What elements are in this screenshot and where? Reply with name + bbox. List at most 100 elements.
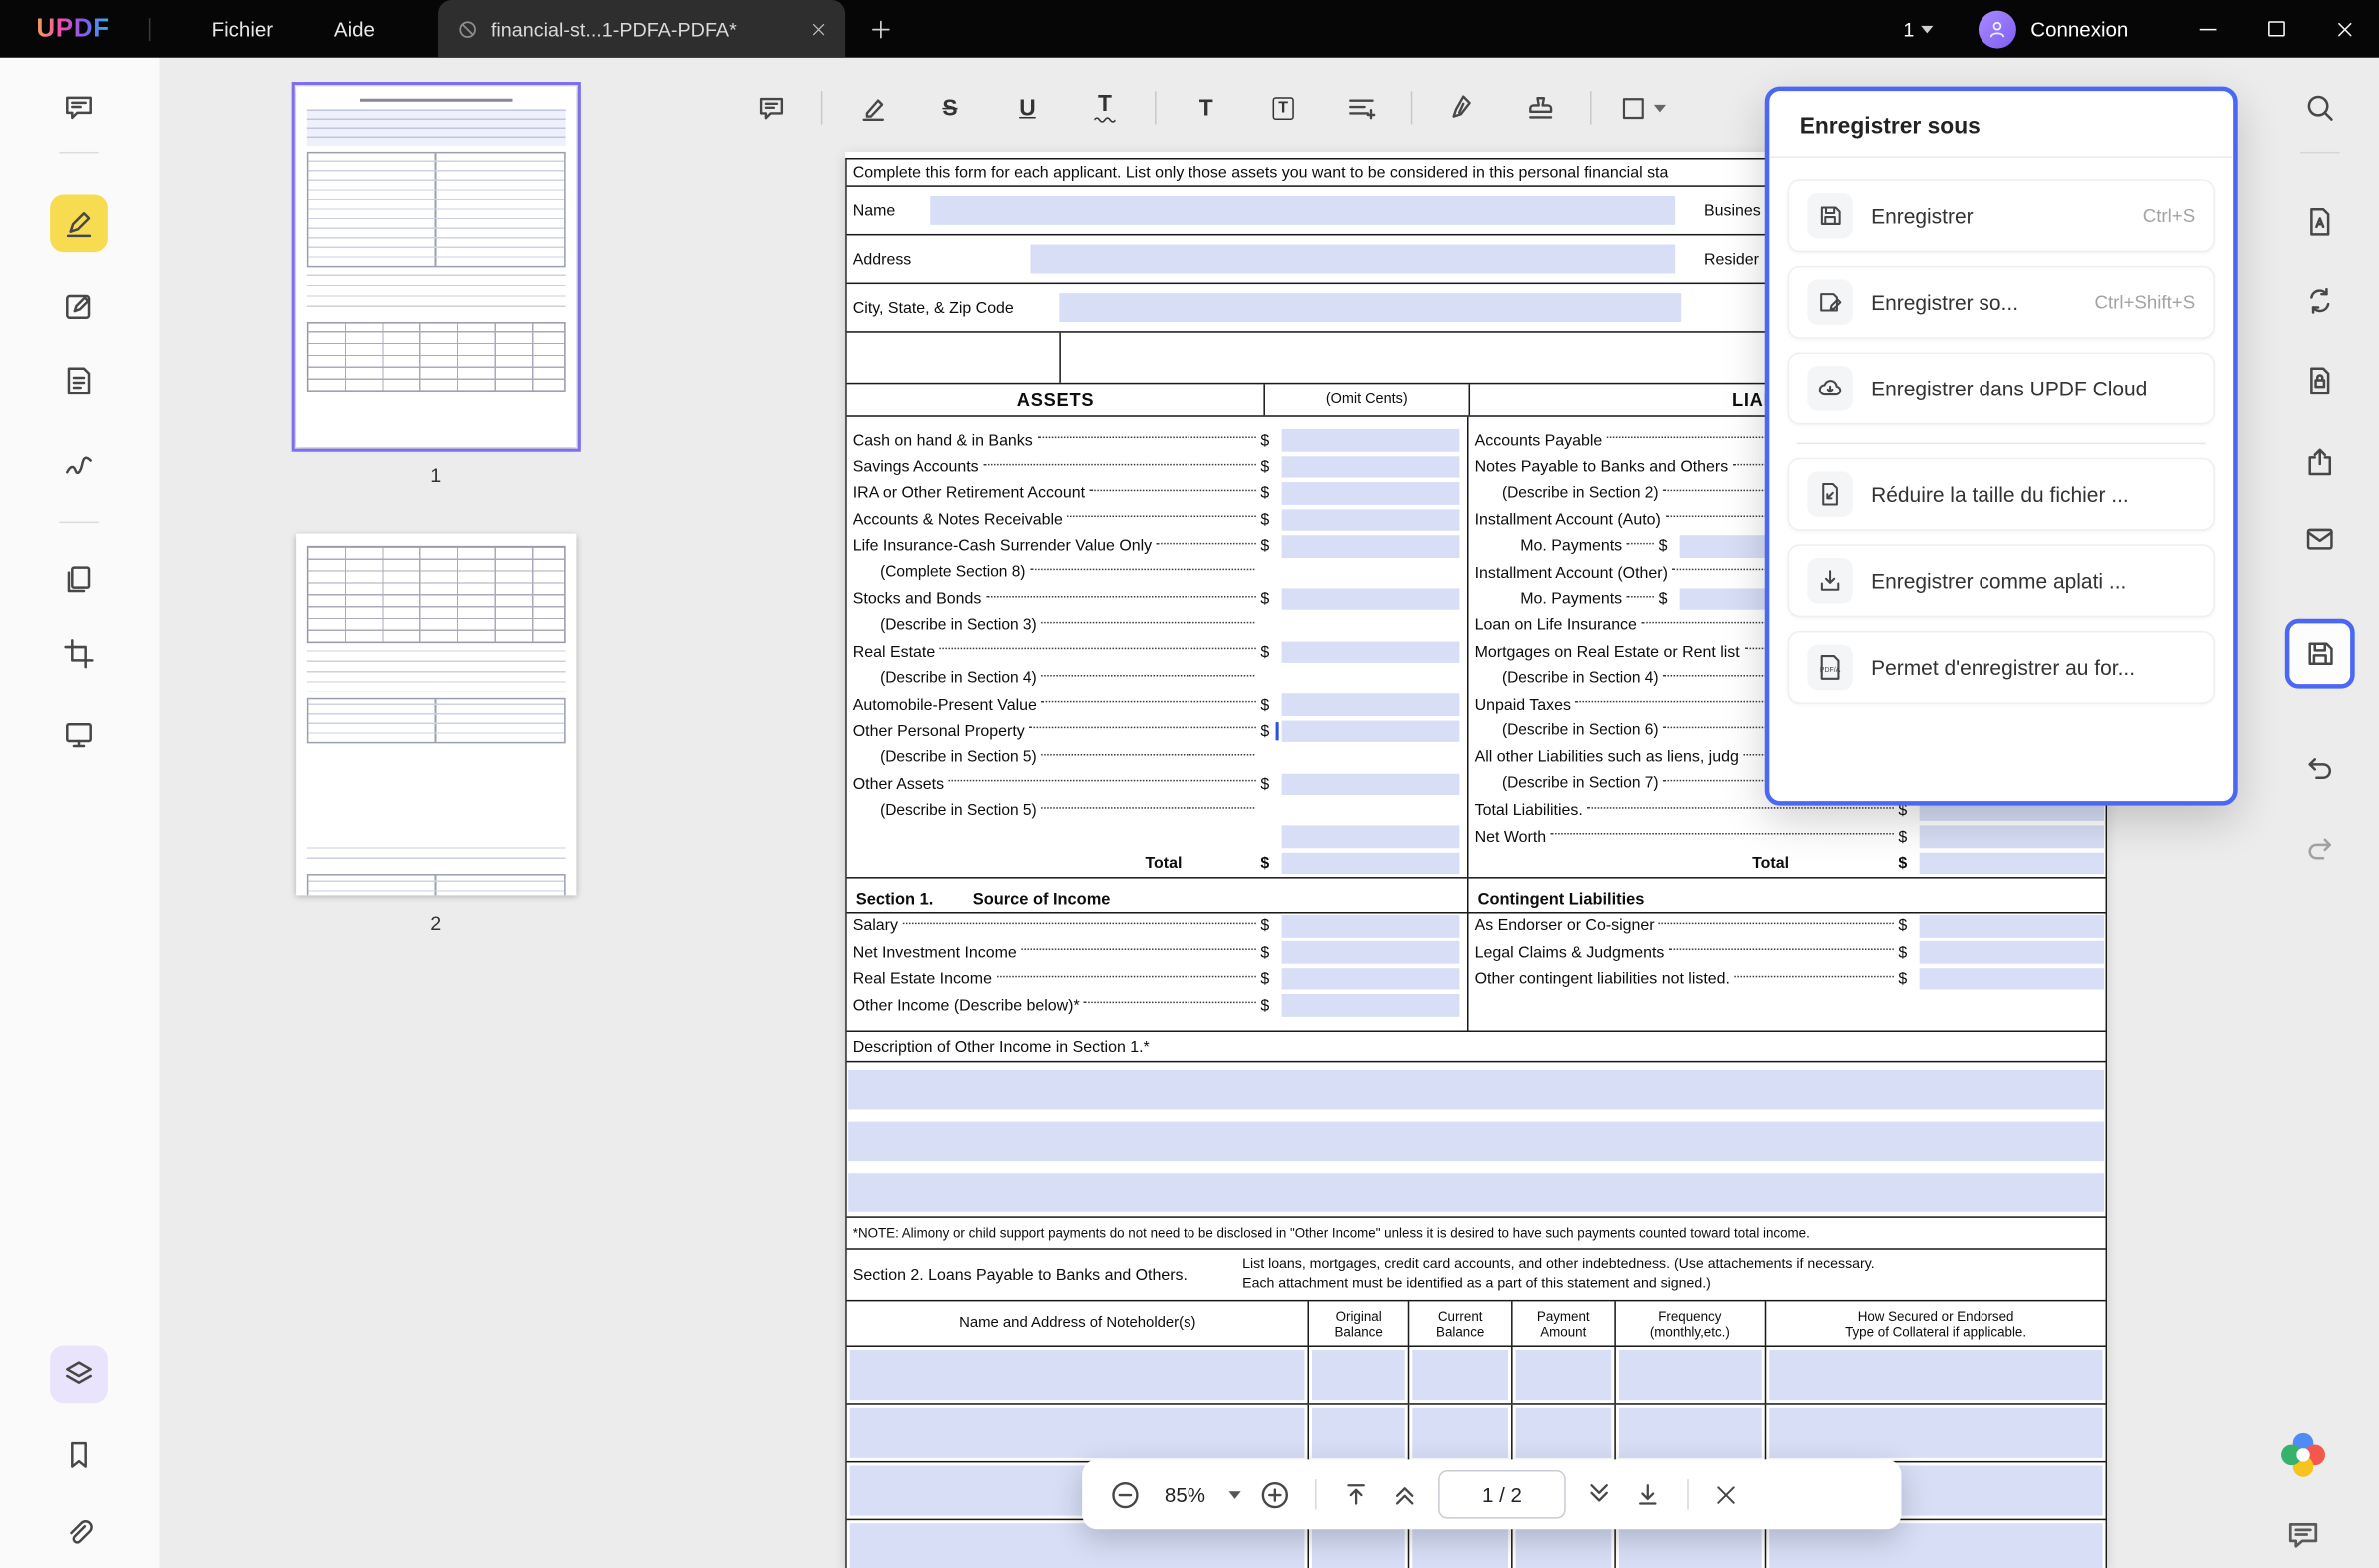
edit-pdf-icon[interactable] <box>50 278 108 336</box>
crop-icon[interactable] <box>50 625 108 683</box>
stamp-icon[interactable] <box>1513 81 1568 136</box>
assistant-flower-icon[interactable] <box>2277 1429 2329 1488</box>
loan-cell[interactable] <box>1408 1405 1511 1461</box>
scroll-to-top-icon[interactable] <box>1341 1479 1371 1509</box>
form-text-field[interactable] <box>930 196 1675 225</box>
convert-icon[interactable] <box>2302 283 2338 319</box>
form-text-field[interactable] <box>848 1070 2104 1109</box>
form-text-field[interactable] <box>1059 293 1681 322</box>
annotate-tool-icon[interactable] <box>50 194 108 252</box>
menu-item-updf-cloud[interactable]: Enregistrer dans UPDF Cloud <box>1788 352 2215 424</box>
menu-fichier[interactable]: Fichier <box>212 17 274 40</box>
loan-cell[interactable] <box>1614 1405 1764 1461</box>
zoom-out-icon[interactable] <box>1109 1478 1141 1510</box>
save-button-active[interactable] <box>2285 619 2355 689</box>
menu-aide[interactable]: Aide <box>334 17 375 40</box>
form-text-field[interactable] <box>848 1122 2104 1161</box>
minimize-button[interactable] <box>2174 0 2242 58</box>
page-thumbnail-2[interactable] <box>296 534 576 896</box>
titlebar-page-indicator[interactable]: 1 <box>1903 17 1934 40</box>
amount-field[interactable] <box>1282 482 1460 504</box>
loan-cell[interactable] <box>1614 1347 1764 1403</box>
amount-field[interactable] <box>1920 968 2104 990</box>
amount-field[interactable] <box>1282 942 1460 964</box>
page-thumbnails-icon[interactable] <box>50 1345 108 1403</box>
redo-icon[interactable] <box>2302 830 2338 866</box>
organize-pages-icon[interactable] <box>50 550 108 608</box>
loan-cell[interactable] <box>1764 1405 2105 1461</box>
attachments-icon[interactable] <box>50 1505 108 1563</box>
protect-document-icon[interactable] <box>2302 363 2338 398</box>
pen-icon[interactable] <box>1435 81 1490 136</box>
loan-cell[interactable] <box>1308 1405 1408 1461</box>
loan-cell[interactable] <box>1408 1347 1511 1403</box>
avatar[interactable] <box>1980 10 2017 48</box>
shape-tool-icon[interactable] <box>1614 81 1669 136</box>
amount-field[interactable] <box>1282 826 1460 848</box>
amount-field[interactable] <box>1282 641 1460 663</box>
new-tab-icon[interactable] <box>869 17 892 40</box>
underline-icon[interactable]: U <box>1000 81 1055 136</box>
previous-page-icon[interactable] <box>1390 1479 1420 1509</box>
amount-field[interactable] <box>1920 915 2104 937</box>
amount-field[interactable] <box>1282 968 1460 990</box>
add-text-icon[interactable]: T <box>1179 81 1233 136</box>
mail-icon[interactable] <box>2302 520 2338 556</box>
loan-cell[interactable] <box>847 1405 1308 1461</box>
page-thumbnail-1[interactable] <box>296 87 576 448</box>
squiggly-icon[interactable]: T <box>1078 81 1133 136</box>
form-text-field[interactable] <box>848 1174 2104 1212</box>
highlighter-icon[interactable] <box>845 81 900 136</box>
signature-icon[interactable] <box>50 435 108 493</box>
close-button[interactable] <box>2311 0 2379 58</box>
zoom-dropdown-icon[interactable] <box>1228 1491 1240 1499</box>
amount-field[interactable] <box>1282 588 1460 610</box>
amount-field[interactable] <box>1282 994 1460 1016</box>
amount-field[interactable] <box>1282 694 1460 716</box>
loan-cell[interactable] <box>847 1347 1308 1403</box>
loan-cell[interactable] <box>1511 1347 1614 1403</box>
zoom-in-icon[interactable] <box>1259 1478 1291 1510</box>
comment-panel-icon[interactable] <box>50 79 108 137</box>
menu-item-enregistrer-sous[interactable]: Enregistrer so... Ctrl+Shift+S <box>1788 266 2215 339</box>
text-box-icon[interactable]: T <box>1256 81 1311 136</box>
ocr-icon[interactable] <box>2302 204 2338 240</box>
amount-field[interactable] <box>1282 456 1460 478</box>
amount-field[interactable] <box>1282 852 1460 874</box>
share-icon[interactable] <box>2302 444 2338 480</box>
amount-field[interactable] <box>1282 720 1460 742</box>
close-zoom-bar-icon[interactable] <box>1713 1481 1739 1507</box>
amount-field[interactable] <box>1282 535 1460 557</box>
amount-field[interactable] <box>1282 509 1460 531</box>
amount-field[interactable] <box>1282 430 1460 452</box>
scroll-to-bottom-icon[interactable] <box>1633 1479 1663 1509</box>
undo-icon[interactable] <box>2302 749 2338 785</box>
strikethrough-icon[interactable]: S <box>923 81 978 136</box>
next-page-icon[interactable] <box>1584 1479 1614 1509</box>
amount-field[interactable] <box>1920 852 2104 874</box>
feedback-chat-icon[interactable] <box>2285 1517 2321 1553</box>
menu-item-reduire-taille[interactable]: Réduire la taille du fichier ... <box>1788 458 2215 531</box>
maximize-button[interactable] <box>2242 0 2310 58</box>
amount-field[interactable] <box>1282 915 1460 937</box>
amount-field[interactable] <box>1920 826 2104 848</box>
search-icon[interactable] <box>2302 90 2338 126</box>
amount-field[interactable] <box>1920 942 2104 964</box>
form-text-field[interactable] <box>1030 245 1675 274</box>
loan-cell[interactable] <box>1308 1347 1408 1403</box>
page-number-input[interactable]: 1 / 2 <box>1438 1470 1566 1519</box>
menu-item-enregistrer[interactable]: Enregistrer Ctrl+S <box>1788 179 2215 252</box>
loan-cell[interactable] <box>1764 1347 2105 1403</box>
account-label[interactable]: Connexion <box>2030 17 2128 40</box>
tab-close-icon[interactable] <box>810 21 827 38</box>
document-tab[interactable]: financial-st...1-PDFA-PDFA* <box>438 0 845 58</box>
amount-field[interactable] <box>1282 773 1460 795</box>
menu-item-format-pdfa[interactable]: PDF/A Permet d'enregistrer au for... <box>1788 631 2215 704</box>
bookmarks-icon[interactable] <box>50 1426 108 1484</box>
forms-icon[interactable] <box>50 352 108 409</box>
menu-item-aplati[interactable]: Enregistrer comme aplati ... <box>1788 544 2215 617</box>
loan-cell[interactable] <box>1511 1405 1614 1461</box>
sticky-note-icon[interactable] <box>743 81 798 136</box>
slideshow-icon[interactable] <box>50 705 108 763</box>
typewriter-icon[interactable] <box>1333 81 1388 136</box>
